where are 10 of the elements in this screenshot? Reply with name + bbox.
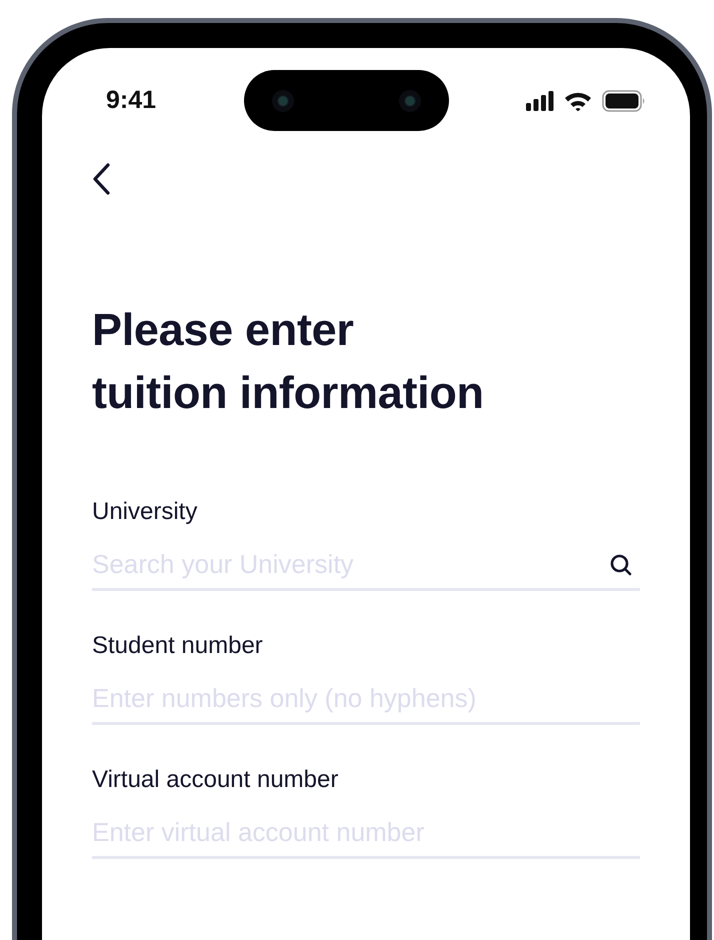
- field-label: University: [92, 498, 198, 526]
- status-time: 9:41: [104, 86, 158, 115]
- field-label: Student number: [92, 632, 264, 660]
- field-label: Virtual account number: [92, 766, 340, 794]
- search-icon[interactable]: [610, 554, 632, 576]
- wifi-icon: [564, 90, 592, 110]
- page-title: tuition information: [92, 366, 485, 420]
- page-title: Please enter: [92, 303, 355, 357]
- signal-icon: [526, 90, 554, 110]
- battery-icon: [602, 90, 646, 112]
